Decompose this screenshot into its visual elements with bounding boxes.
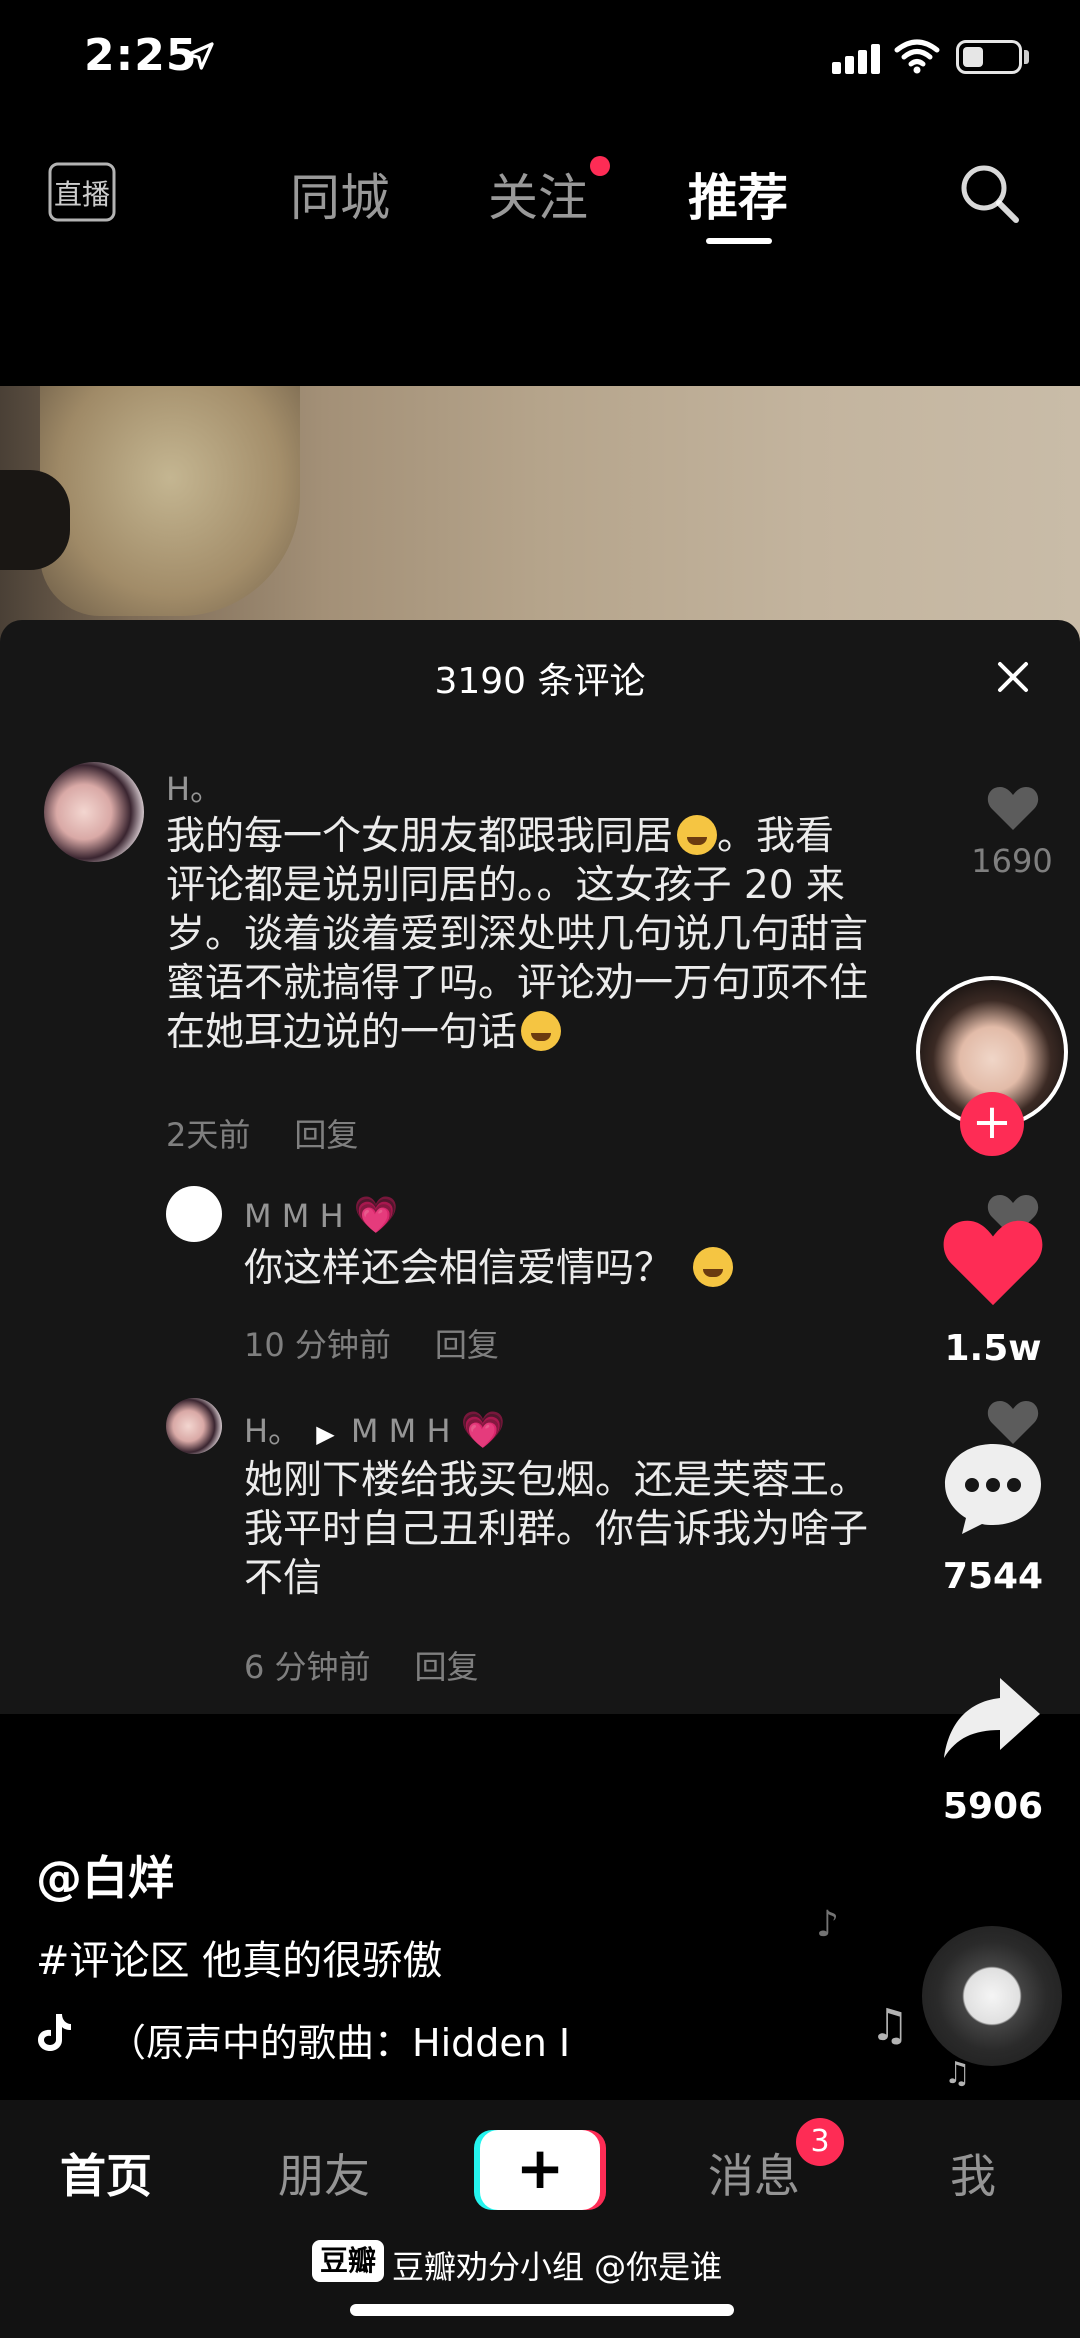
tiktok-note-icon xyxy=(38,2014,71,2051)
live-icon[interactable]: 直播 xyxy=(46,152,118,228)
video-content-fabric xyxy=(40,386,300,616)
reply-text-content: 你这样还会相信爱情吗？ xyxy=(244,1246,674,1291)
comment-line: 岁。谈着谈着爱到深处哄几句说几句甜言 xyxy=(166,912,869,957)
music-disc[interactable] xyxy=(922,1926,1062,2066)
music-note-icon: ♫ xyxy=(870,2000,910,2051)
replier-name[interactable]: M M H 💗 xyxy=(244,1194,398,1236)
tab-recommended[interactable]: 推荐 xyxy=(688,158,788,230)
comment-line: 。我看 xyxy=(717,814,835,859)
comment-time: 2天前 xyxy=(166,1116,251,1154)
tab-me[interactable]: 我 xyxy=(950,2140,996,2206)
reply-meta: 10 分钟前 回复 xyxy=(244,1320,543,1366)
status-time: 2:25 xyxy=(84,30,198,81)
comment-meta: 2天前 回复 xyxy=(166,1110,402,1156)
share-arrow-icon[interactable] xyxy=(940,1672,1044,1762)
replier-name-text: M M H xyxy=(244,1197,344,1235)
comment-text: 我的每一个女朋友都跟我同居 。我看 评论都是说别同居的。。这女孩子 20 来 岁。… xyxy=(166,812,926,1057)
search-icon[interactable] xyxy=(956,160,1022,226)
comments-count-title: 3190 条评论 xyxy=(434,661,646,702)
video-content-shadow xyxy=(0,470,70,570)
battery-tip xyxy=(1024,50,1029,64)
tab-nearby[interactable]: 同城 xyxy=(290,158,390,230)
like-count: 1.5w xyxy=(944,1328,1042,1369)
reply-button[interactable]: 回复 xyxy=(435,1326,499,1364)
thinking-emoji-icon xyxy=(521,1011,562,1051)
music-title[interactable]: （原声中的歌曲：Hidden I xyxy=(108,2012,598,2067)
tears-of-joy-emoji-icon xyxy=(693,1247,734,1287)
following-notification-dot xyxy=(590,156,610,176)
location-arrow-icon xyxy=(186,42,214,70)
comment-line: 我的每一个女朋友都跟我同居 xyxy=(166,814,674,859)
tab-home[interactable]: 首页 xyxy=(60,2140,152,2206)
tab-messages[interactable]: 消息 xyxy=(708,2140,800,2206)
watermark-text: 豆瓣劝分小组 @你是谁 xyxy=(392,2248,723,2286)
replier-name-text: H。 xyxy=(244,1412,301,1450)
comment-line: 蜜语不就搞得了吗。评论劝一万句顶不住 xyxy=(166,961,869,1006)
replier-avatar[interactable] xyxy=(166,1398,222,1454)
reply-to-name[interactable]: M M H xyxy=(351,1412,451,1450)
music-note-icon: ♪ xyxy=(816,1904,839,1945)
home-indicator[interactable] xyxy=(350,2304,734,2316)
create-plus-icon[interactable]: + xyxy=(480,2128,600,2208)
messages-badge: 3 xyxy=(796,2118,844,2166)
comment-like-heart-icon[interactable] xyxy=(986,784,1040,832)
battery-icon xyxy=(956,40,1022,74)
reply-arrow-icon: ▶ xyxy=(316,1420,335,1448)
comment-like-count: 1690 xyxy=(971,842,1053,880)
replier-avatar[interactable] xyxy=(166,1186,222,1242)
comment-line: 在她耳边说的一句话 xyxy=(166,1010,518,1055)
laughing-emoji-icon xyxy=(677,815,718,855)
video-caption[interactable]: #评论区 他真的很骄傲 xyxy=(36,1928,442,1986)
live-icon-label: 直播 xyxy=(54,178,110,211)
reply-line: 我平时自己丑利群。你告诉我为啥子 xyxy=(244,1507,869,1552)
wifi-icon xyxy=(894,39,940,74)
reply-line: 她刚下楼给我买包烟。还是芙蓉王。 xyxy=(244,1458,869,1503)
comment-bubble-icon[interactable] xyxy=(940,1438,1046,1538)
follow-plus-button[interactable]: + xyxy=(960,1092,1024,1156)
author-handle[interactable]: @白烊 xyxy=(36,1842,174,1908)
tab-friends[interactable]: 朋友 xyxy=(278,2140,370,2206)
reply-time: 6 分钟前 xyxy=(244,1648,371,1686)
cellular-signal-icon xyxy=(832,42,882,74)
close-icon[interactable] xyxy=(994,658,1032,696)
commenter-name[interactable]: H。 xyxy=(166,764,222,810)
douban-logo: 豆瓣 xyxy=(312,2240,385,2282)
reply-text: 你这样还会相信爱情吗？ xyxy=(244,1244,734,1293)
reply-line: 不信 xyxy=(244,1556,323,1601)
heart-emoji-icon: 💗 xyxy=(460,1410,506,1451)
like-heart-icon[interactable] xyxy=(940,1214,1046,1310)
comment-line: 评论都是说别同居的。。这女孩子 20 来 xyxy=(166,863,845,908)
share-count: 5906 xyxy=(942,1786,1044,1827)
active-tab-indicator xyxy=(706,238,772,244)
reply-button[interactable]: 回复 xyxy=(294,1116,358,1154)
tab-following[interactable]: 关注 xyxy=(488,158,588,230)
replier-name[interactable]: H。 ▶ M M H 💗 xyxy=(244,1406,505,1452)
heart-emoji-icon: 💗 xyxy=(353,1195,399,1236)
reply-text: 她刚下楼给我买包烟。还是芙蓉王。 我平时自己丑利群。你告诉我为啥子 不信 xyxy=(244,1456,924,1603)
reply-meta: 6 分钟前 回复 xyxy=(244,1642,523,1688)
comment-count: 7544 xyxy=(942,1556,1044,1597)
commenter-avatar[interactable] xyxy=(44,762,144,862)
reply-button[interactable]: 回复 xyxy=(415,1648,479,1686)
reply-time: 10 分钟前 xyxy=(244,1326,391,1364)
